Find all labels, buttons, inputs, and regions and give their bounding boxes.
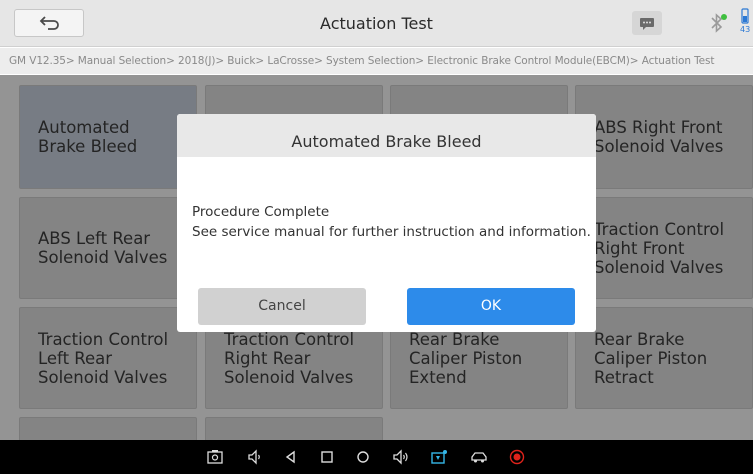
home-icon[interactable] [354,449,372,465]
dialog-line-2: See service manual for further instructi… [192,224,591,240]
cancel-button[interactable]: Cancel [198,288,366,325]
screenshot-icon[interactable] [206,449,224,465]
top-bar: Actuation Test 43 [0,0,753,47]
system-nav-bar [0,440,753,474]
dialog-message: Procedure Complete See service manual fo… [192,202,591,242]
message-button[interactable] [632,11,662,35]
battery-icon [741,8,749,24]
back-icon[interactable] [282,449,300,465]
car-icon[interactable] [470,449,488,465]
volume-up-icon[interactable] [392,449,410,465]
result-dialog: Automated Brake Bleed Procedure Complete… [177,114,596,332]
ok-button[interactable]: OK [407,288,575,325]
dialog-line-1: Procedure Complete [192,204,330,220]
record-icon[interactable] [508,449,526,465]
chat-icon [640,17,654,30]
bluetooth-icon [711,13,727,33]
battery-percent: 43 [740,25,751,34]
dialog-title: Automated Brake Bleed [177,114,596,157]
breadcrumb: GM V12.35> Manual Selection> 2018(J)> Bu… [0,48,753,74]
volume-down-icon[interactable] [246,449,264,465]
recent-apps-icon[interactable] [318,449,336,465]
vci-icon[interactable] [430,449,448,465]
battery-indicator: 43 [740,8,753,38]
